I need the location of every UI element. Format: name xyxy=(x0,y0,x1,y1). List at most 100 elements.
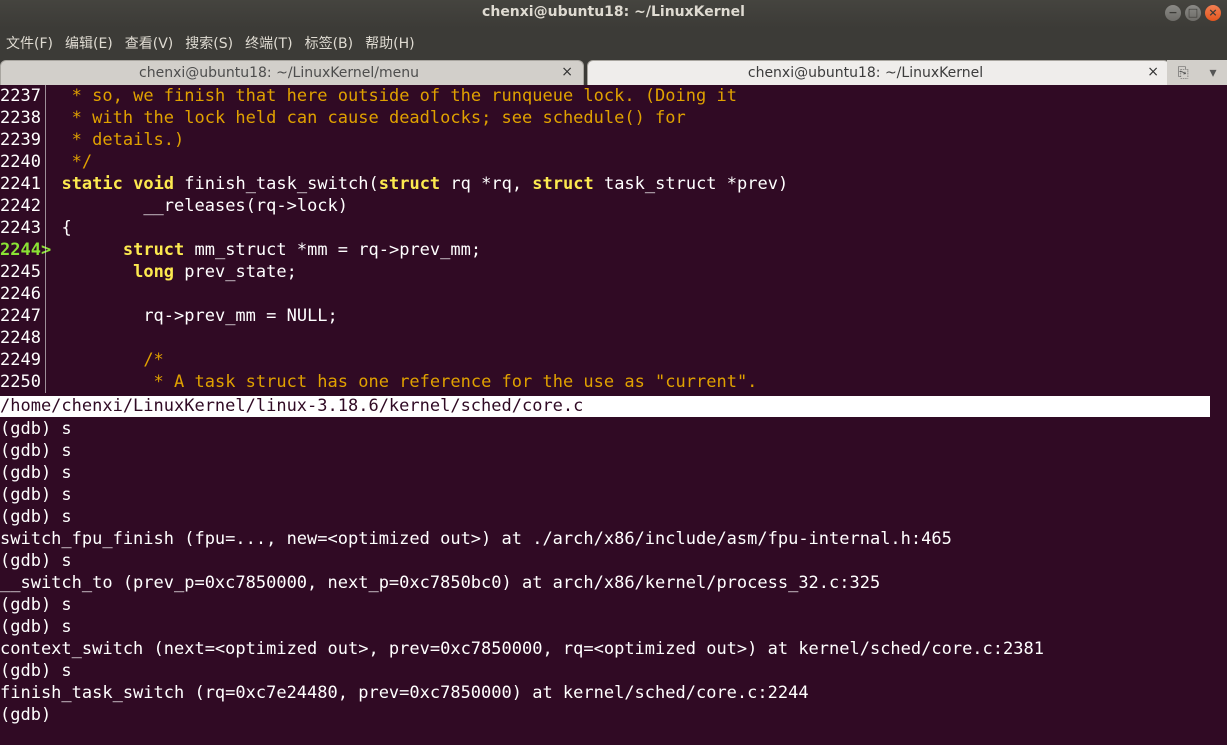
menu-bar: 文件(F) 编辑(E) 查看(V) 搜索(S) 终端(T) 标签(B) 帮助(H… xyxy=(0,28,1227,58)
line-number: 2247 xyxy=(0,306,41,326)
tab-label: chenxi@ubuntu18: ~/LinuxKernel xyxy=(747,65,984,81)
code-comment: */ xyxy=(51,152,93,172)
tab-close-icon[interactable]: × xyxy=(561,64,573,80)
line-number: 2249 xyxy=(0,350,41,370)
line-number: 2237 xyxy=(0,86,41,106)
menu-file[interactable]: 文件(F) xyxy=(0,33,59,53)
source-line: 2244> struct mm_struct *mm = rq->prev_mm… xyxy=(0,239,481,261)
source-line: 2240 */ xyxy=(0,151,92,173)
code-comment: * details.) xyxy=(51,130,185,150)
current-line-arrow-icon xyxy=(41,196,51,216)
menu-help[interactable]: 帮助(H) xyxy=(359,33,420,53)
code-keyword: struct xyxy=(532,174,594,194)
close-button[interactable]: × xyxy=(1205,5,1221,21)
code-text: prev_state; xyxy=(174,262,297,282)
menu-edit[interactable]: 编辑(E) xyxy=(59,33,119,53)
source-line: 2242 __releases(rq->lock) xyxy=(0,195,348,217)
current-line-arrow-icon xyxy=(41,174,51,194)
code-text: { xyxy=(51,218,72,238)
code-keyword: long xyxy=(133,262,175,282)
menu-search[interactable]: 搜索(S) xyxy=(179,33,239,53)
line-number: 2248 xyxy=(0,328,41,348)
code-comment: * A task struct has one reference for th… xyxy=(51,372,758,392)
code-text: task_struct *prev) xyxy=(593,174,789,194)
terminal-plus-icon[interactable]: ⎘ xyxy=(1177,65,1188,81)
source-file-path: /home/chenxi/LinuxKernel/linux-3.18.6/ke… xyxy=(0,396,1210,417)
code-text: mm_struct *mm = rq->prev_mm; xyxy=(184,240,482,260)
line-number: 2244 xyxy=(0,240,41,260)
code-comment: * so, we finish that here outside of the… xyxy=(51,86,737,106)
window-title: chenxi@ubuntu18: ~/LinuxKernel xyxy=(482,4,745,20)
line-number: 2246 xyxy=(0,284,41,304)
menu-terminal[interactable]: 终端(T) xyxy=(239,33,298,53)
window-controls: − □ × xyxy=(1165,5,1221,21)
code-text: __releases(rq->lock) xyxy=(51,196,349,216)
source-line: 2241 static void finish_task_switch(stru… xyxy=(0,173,788,195)
source-line: 2250 * A task struct has one reference f… xyxy=(0,371,757,393)
current-line-arrow-icon xyxy=(41,284,51,304)
maximize-button[interactable]: □ xyxy=(1185,5,1201,21)
current-line-arrow-icon xyxy=(41,130,51,150)
gdb-output-line: (gdb) s xyxy=(0,463,72,483)
tab-bar: chenxi@ubuntu18: ~/LinuxKernel/menu × ch… xyxy=(0,58,1227,85)
gdb-output-line: (gdb) s xyxy=(0,661,72,681)
code-text: finish_task_switch( xyxy=(174,174,379,194)
source-line: 2239 * details.) xyxy=(0,129,184,151)
current-line-arrow-icon xyxy=(41,372,51,392)
gdb-output-line: (gdb) s xyxy=(0,551,72,571)
source-gutter-line xyxy=(45,85,46,393)
gdb-output-line: (gdb) s xyxy=(0,419,72,439)
gdb-output-line: (gdb) xyxy=(0,705,62,725)
gdb-output-line: (gdb) s xyxy=(0,617,72,637)
line-number: 2238 xyxy=(0,108,41,128)
line-number: 2245 xyxy=(0,262,41,282)
line-number: 2239 xyxy=(0,130,41,150)
tab-menu[interactable]: chenxi@ubuntu18: ~/LinuxKernel/menu × xyxy=(0,60,584,85)
code-comment: * with the lock held can cause deadlocks… xyxy=(51,108,686,128)
gdb-output-line: (gdb) s xyxy=(0,485,72,505)
code-comment: /* xyxy=(51,350,164,370)
line-number: 2250 xyxy=(0,372,41,392)
source-line: 2237 * so, we finish that here outside o… xyxy=(0,85,737,107)
source-line: 2238 * with the lock held can cause dead… xyxy=(0,107,686,129)
code-keyword: struct xyxy=(122,240,185,260)
current-line-arrow-icon xyxy=(41,306,51,326)
code-text: rq->prev_mm = NULL; xyxy=(51,306,338,326)
current-line-arrow-icon xyxy=(41,152,51,172)
chevron-down-icon[interactable]: ▾ xyxy=(1210,65,1217,81)
source-line: 2243 { xyxy=(0,217,72,239)
tab-tools: ⎘ ▾ xyxy=(1167,60,1227,85)
line-number: 2241 xyxy=(0,174,41,194)
window-titlebar: chenxi@ubuntu18: ~/LinuxKernel − □ × xyxy=(0,0,1227,28)
source-line: 2249 /* xyxy=(0,349,164,371)
line-number: 2242 xyxy=(0,196,41,216)
source-line: 2247 rq->prev_mm = NULL; xyxy=(0,305,338,327)
current-line-arrow-icon xyxy=(41,86,51,106)
current-line-arrow-icon xyxy=(41,218,51,238)
tab-label: chenxi@ubuntu18: ~/LinuxKernel/menu xyxy=(139,65,419,81)
terminal-area[interactable]: 2237 * so, we finish that here outside o… xyxy=(0,85,1227,745)
line-number: 2243 xyxy=(0,218,41,238)
gdb-output-line: switch_fpu_finish (fpu=..., new=<optimiz… xyxy=(0,529,952,549)
menu-view[interactable]: 查看(V) xyxy=(119,33,180,53)
gdb-output-line: (gdb) s xyxy=(0,441,72,461)
current-line-arrow-icon xyxy=(41,262,51,282)
gdb-output-line: __switch_to (prev_p=0xc7850000, next_p=0… xyxy=(0,573,881,593)
tab-linuxkernel[interactable]: chenxi@ubuntu18: ~/LinuxKernel × xyxy=(587,60,1170,85)
current-line-arrow-icon: > xyxy=(40,240,52,260)
current-line-arrow-icon xyxy=(41,328,51,348)
tab-close-icon[interactable]: × xyxy=(1147,64,1159,80)
current-line-arrow-icon xyxy=(41,350,51,370)
source-line: 2248 xyxy=(0,327,61,349)
menu-tabs[interactable]: 标签(B) xyxy=(299,33,360,53)
gdb-output-line: context_switch (next=<optimized out>, pr… xyxy=(0,639,1044,659)
gdb-output-line: (gdb) s xyxy=(0,595,72,615)
code-keyword: struct xyxy=(378,174,441,194)
gdb-output-line: finish_task_switch (rq=0xc7e24480, prev=… xyxy=(0,683,809,703)
minimize-button[interactable]: − xyxy=(1165,5,1181,21)
